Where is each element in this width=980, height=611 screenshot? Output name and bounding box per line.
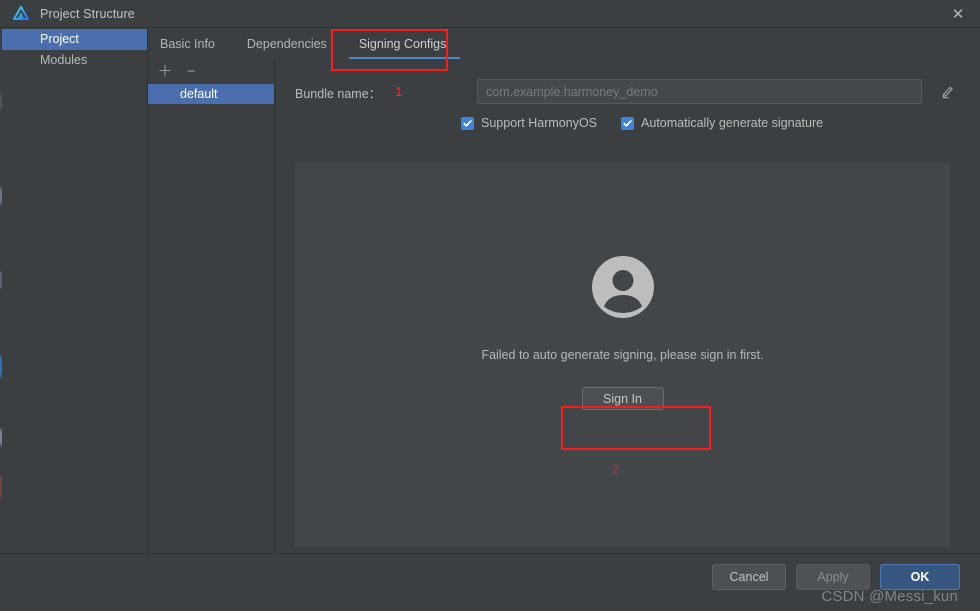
checkbox-label: Automatically generate signature (641, 116, 824, 130)
bundle-name-input[interactable]: com.example.harmoney_demo (477, 79, 922, 104)
checkbox-checked-icon (621, 116, 635, 130)
footer-button-group: Cancel Apply OK (712, 564, 960, 590)
cancel-button[interactable]: Cancel (712, 564, 786, 590)
tab-basic-info[interactable]: Basic Info (148, 29, 231, 59)
configs-toolbar: ＋ − (148, 59, 274, 84)
cancel-button-label: Cancel (729, 570, 769, 584)
sidebar-item-label: Modules (40, 53, 88, 67)
deveco-studio-logo-icon (12, 5, 30, 23)
dialog-footer: Cancel Apply OK CSDN @Messi_kun (0, 553, 980, 611)
minus-icon[interactable]: − (184, 63, 198, 80)
user-avatar-icon (591, 256, 654, 318)
plus-glyph: ＋ (157, 63, 173, 80)
watermark-text: CSDN @Messi_kun (821, 588, 958, 605)
checkbox-label: Support HarmonyOS (481, 116, 598, 130)
sidebar-item-modules[interactable]: Modules (2, 50, 147, 71)
tab-label: Signing Configs (358, 37, 447, 51)
apply-button-label: Apply (817, 570, 849, 584)
signing-options-row: Support HarmonyOS Automatically generate… (461, 116, 823, 130)
list-item[interactable]: default (148, 84, 274, 104)
tab-signing-configs[interactable]: Signing Configs (343, 29, 463, 59)
tab-dependencies[interactable]: Dependencies (231, 29, 343, 59)
annotation-marker-1: 1 (395, 85, 403, 99)
signing-configs-list-pane: ＋ − default (148, 59, 275, 553)
checkbox-support-harmonyos[interactable]: Support HarmonyOS (461, 116, 597, 130)
titlebar: Project Structure ✕ (0, 0, 980, 28)
tab-label: Basic Info (160, 37, 215, 51)
bundle-name-row: Bundle name： 1 com.example.harmoney_demo (295, 79, 960, 105)
signin-prompt: Failed to auto generate signing, please … (295, 256, 950, 410)
checkbox-auto-generate-signature[interactable]: Automatically generate signature (621, 116, 823, 130)
minus-glyph: − (186, 63, 196, 80)
sign-in-button[interactable]: Sign In (581, 387, 664, 410)
plus-icon[interactable]: ＋ (157, 63, 173, 80)
signing-status-panel: Failed to auto generate signing, please … (295, 162, 950, 547)
bundle-name-placeholder: com.example.harmoney_demo (486, 84, 658, 99)
config-item-label: default (180, 87, 218, 101)
sign-in-button-label: Sign In (603, 391, 642, 406)
signing-failure-message: Failed to auto generate signing, please … (481, 348, 764, 362)
ok-button-label: OK (910, 570, 930, 584)
window-title: Project Structure (40, 6, 135, 21)
sidebar-item-label: Project (40, 32, 79, 46)
sidebar-item-project[interactable]: Project (2, 29, 147, 50)
tab-label: Dependencies (246, 37, 327, 51)
close-glyph: ✕ (951, 6, 965, 23)
checkbox-checked-icon (461, 116, 474, 130)
close-icon[interactable]: ✕ (936, 0, 980, 28)
project-structure-dialog: Project Structure ✕ Project Modules Basi… (0, 0, 980, 611)
pencil-edit-icon[interactable] (936, 81, 958, 103)
bundle-name-label: Bundle name： (295, 86, 382, 101)
signing-configs-form: Bundle name： 1 com.example.harmoney_demo (276, 59, 978, 553)
category-pane: Project Modules (2, 29, 148, 553)
apply-button: Apply (796, 564, 870, 590)
tabstrip: Basic Info Dependencies Signing Configs (148, 29, 978, 59)
ok-button[interactable]: OK (880, 564, 960, 590)
